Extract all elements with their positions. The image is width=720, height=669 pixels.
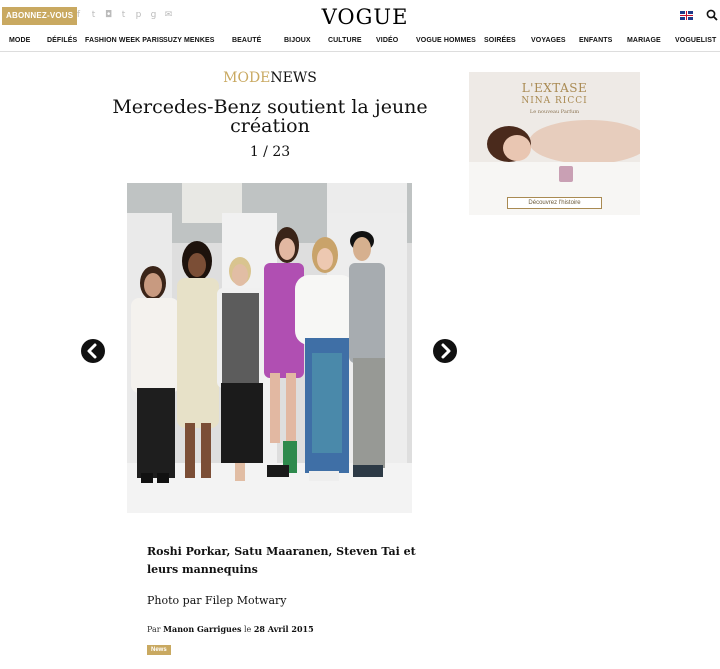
ad-cta-button[interactable]: Découvrez l'histoire (507, 197, 602, 209)
search-icon[interactable] (706, 9, 718, 21)
nav-item-defiles[interactable]: DÉFILÉS (47, 37, 77, 44)
pinterest-icon[interactable]: p (134, 10, 143, 21)
nav-item-vogue-hommes[interactable]: VOGUE HOMMES (416, 37, 476, 44)
nav-item-culture[interactable]: CULTURE (328, 37, 362, 44)
nav-item-suzy-menkes[interactable]: SUZY MENKES (163, 37, 215, 44)
top-bar: ABONNEZ-VOUS f t ◘ t p g ✉ VOGUE (0, 0, 720, 32)
ad-subtitle: Le nouveau Parfum (529, 109, 580, 115)
gallery-photo[interactable] (127, 183, 412, 513)
perfume-ad[interactable]: L'EXTASE NINA RICCI Le nouveau Parfum Dé… (469, 72, 640, 215)
slide-counter: 1 / 23 (249, 144, 291, 160)
section-kicker[interactable]: MODENEWS (180, 70, 360, 86)
uk-flag-icon[interactable] (680, 11, 693, 20)
tumblr-icon[interactable]: t (119, 10, 128, 21)
ad-title: L'EXTASE (521, 81, 588, 95)
ad-brand: NINA RICCI (521, 96, 588, 106)
social-links: f t ◘ t p g ✉ (74, 10, 173, 21)
facebook-icon[interactable]: f (74, 10, 83, 21)
kicker-mode: MODE (223, 70, 271, 86)
article-title: Mercedes-Benz soutient la jeune création (112, 96, 428, 137)
chevron-right-icon (441, 343, 451, 359)
subscribe-button[interactable]: ABONNEZ-VOUS (2, 7, 78, 25)
nav-item-beaute[interactable]: BEAUTÉ (232, 37, 261, 44)
twitter-icon[interactable]: t (89, 10, 98, 21)
instagram-icon[interactable]: ◘ (104, 10, 113, 21)
gallery-prev-button[interactable] (81, 339, 105, 363)
nav-item-soirees[interactable]: SOIRÉES (484, 37, 516, 44)
byline-mid: le (244, 625, 252, 634)
photo-credit: Photo par Filep Motwary (147, 594, 287, 607)
nav-item-video[interactable]: VIDÉO (376, 37, 398, 44)
mail-icon[interactable]: ✉ (164, 10, 173, 21)
nav-item-mariage[interactable]: MARIAGE (627, 37, 661, 44)
news-tag[interactable]: News (147, 645, 171, 655)
nav-item-bijoux[interactable]: BIJOUX (284, 37, 311, 44)
kicker-news: NEWS (270, 70, 317, 86)
byline-prefix: Par (147, 625, 161, 634)
photo-caption: Roshi Porkar, Satu Maaranen, Steven Tai … (147, 545, 416, 576)
vogue-logo[interactable]: VOGUE (310, 5, 420, 29)
nav-item-voguelist[interactable]: VOGUELIST (675, 37, 716, 44)
nav-item-mode[interactable]: MODE (9, 37, 30, 44)
nav-item-voyages[interactable]: VOYAGES (531, 37, 566, 44)
googleplus-icon[interactable]: g (149, 10, 158, 21)
gallery-next-button[interactable] (433, 339, 457, 363)
chevron-left-icon (87, 343, 97, 359)
nav-item-fashion-week-paris[interactable]: FASHION WEEK PARIS (85, 37, 164, 44)
nav-item-enfants[interactable]: ENFANTS (579, 37, 612, 44)
author-link[interactable]: Manon Garrigues (163, 624, 241, 634)
publish-date: 28 Avril 2015 (253, 624, 314, 634)
main-nav: MODE DÉFILÉS FASHION WEEK PARIS SUZY MEN… (0, 32, 720, 52)
byline: Par Manon Garrigues le 28 Avril 2015 (147, 624, 417, 634)
group-portrait-image (127, 183, 412, 513)
